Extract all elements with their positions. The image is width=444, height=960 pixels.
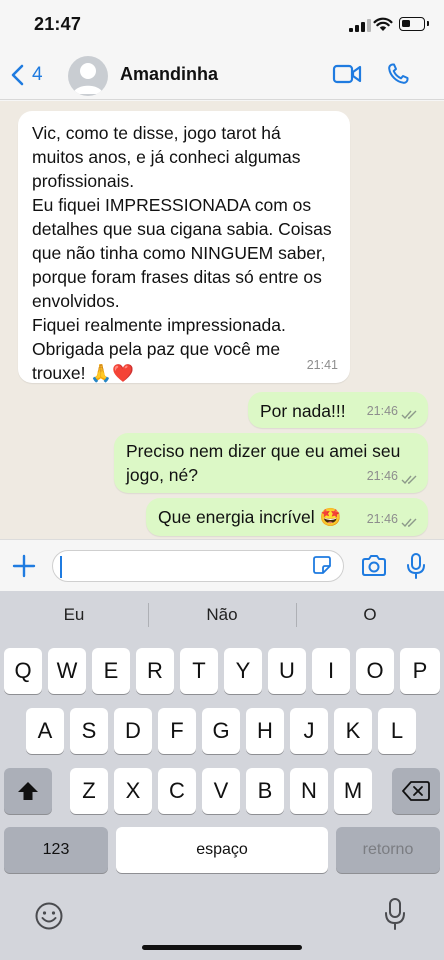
key-k[interactable]: K xyxy=(334,708,372,754)
key-c[interactable]: C xyxy=(158,768,196,814)
message-time: 21:41 xyxy=(306,358,338,372)
read-receipt-icon xyxy=(401,410,417,420)
key-h[interactable]: H xyxy=(246,708,284,754)
key-j[interactable]: J xyxy=(290,708,328,754)
key-i[interactable]: I xyxy=(312,648,350,694)
chat-header: 4 Amandinha xyxy=(0,50,444,100)
key-f[interactable]: F xyxy=(158,708,196,754)
message-bubble-outgoing[interactable]: Que energia incrível 🤩 21:46 xyxy=(146,498,428,536)
backspace-icon xyxy=(402,781,430,801)
message-time: 21:46 xyxy=(366,512,398,526)
plus-icon[interactable] xyxy=(12,554,36,578)
key-b[interactable]: B xyxy=(246,768,284,814)
key-x[interactable]: X xyxy=(114,768,152,814)
avatar[interactable] xyxy=(68,56,108,96)
emoji-icon[interactable] xyxy=(34,901,64,931)
home-indicator xyxy=(142,945,302,950)
key-g[interactable]: G xyxy=(202,708,240,754)
key-s[interactable]: S xyxy=(70,708,108,754)
status-bar: 21:47 xyxy=(0,0,444,50)
key-n[interactable]: N xyxy=(290,768,328,814)
key-o[interactable]: O xyxy=(356,648,394,694)
dictation-icon[interactable] xyxy=(384,897,406,931)
wifi-icon xyxy=(373,17,393,31)
key-v[interactable]: V xyxy=(202,768,240,814)
suggestion-item[interactable]: Não xyxy=(148,591,296,639)
read-receipt-icon xyxy=(401,475,417,485)
key-t[interactable]: T xyxy=(180,648,218,694)
chat-area[interactable]: Vic, como te disse, jogo tarot há muitos… xyxy=(0,101,444,539)
avatar-placeholder-icon xyxy=(73,63,103,94)
message-text: Vic, como te disse, jogo tarot há muitos… xyxy=(32,123,332,383)
message-bubble-incoming[interactable]: Vic, como te disse, jogo tarot há muitos… xyxy=(18,111,350,383)
suggestion-item[interactable]: O xyxy=(296,591,444,639)
key-d[interactable]: D xyxy=(114,708,152,754)
contact-name[interactable]: Amandinha xyxy=(120,64,218,85)
unread-count: 4 xyxy=(32,64,43,85)
key-l[interactable]: L xyxy=(378,708,416,754)
cellular-signal-icon xyxy=(349,19,371,32)
message-bubble-outgoing[interactable]: Por nada!!! 21:46 xyxy=(248,392,428,428)
key-y[interactable]: Y xyxy=(224,648,262,694)
message-time: 21:46 xyxy=(366,469,398,483)
shift-key[interactable] xyxy=(4,768,52,814)
shift-icon xyxy=(18,782,38,800)
read-receipt-icon xyxy=(401,518,417,528)
suggestion-bar: Eu Não O xyxy=(0,591,444,639)
text-cursor xyxy=(60,556,62,578)
message-input-bar xyxy=(0,539,444,591)
key-a[interactable]: A xyxy=(26,708,64,754)
return-key[interactable]: retorno xyxy=(336,827,440,873)
key-q[interactable]: Q xyxy=(4,648,42,694)
key-m[interactable]: M xyxy=(334,768,372,814)
key-r[interactable]: R xyxy=(136,648,174,694)
phone-call-icon[interactable] xyxy=(386,62,410,86)
suggestion-item[interactable]: Eu xyxy=(0,591,148,639)
space-key[interactable]: espaço xyxy=(116,827,328,873)
battery-icon xyxy=(399,17,429,31)
backspace-key[interactable] xyxy=(392,768,440,814)
message-time: 21:46 xyxy=(366,404,398,418)
camera-icon[interactable] xyxy=(360,554,388,578)
key-p[interactable]: P xyxy=(400,648,440,694)
back-chevron-icon xyxy=(11,64,24,86)
back-button[interactable]: 4 xyxy=(10,60,43,90)
message-input[interactable] xyxy=(52,550,344,582)
keyboard: Eu Não O Q W E R T Y U I O P A S D F G H… xyxy=(0,591,444,960)
status-time: 21:47 xyxy=(34,14,82,34)
numbers-key[interactable]: 123 xyxy=(4,827,108,873)
key-z[interactable]: Z xyxy=(70,768,108,814)
video-call-icon[interactable] xyxy=(332,62,362,86)
microphone-icon[interactable] xyxy=(405,552,427,580)
sticker-icon[interactable] xyxy=(311,554,333,576)
key-u[interactable]: U xyxy=(268,648,306,694)
key-w[interactable]: W xyxy=(48,648,86,694)
key-e[interactable]: E xyxy=(92,648,130,694)
message-bubble-outgoing[interactable]: Preciso nem dizer que eu amei seu jogo, … xyxy=(114,433,428,493)
